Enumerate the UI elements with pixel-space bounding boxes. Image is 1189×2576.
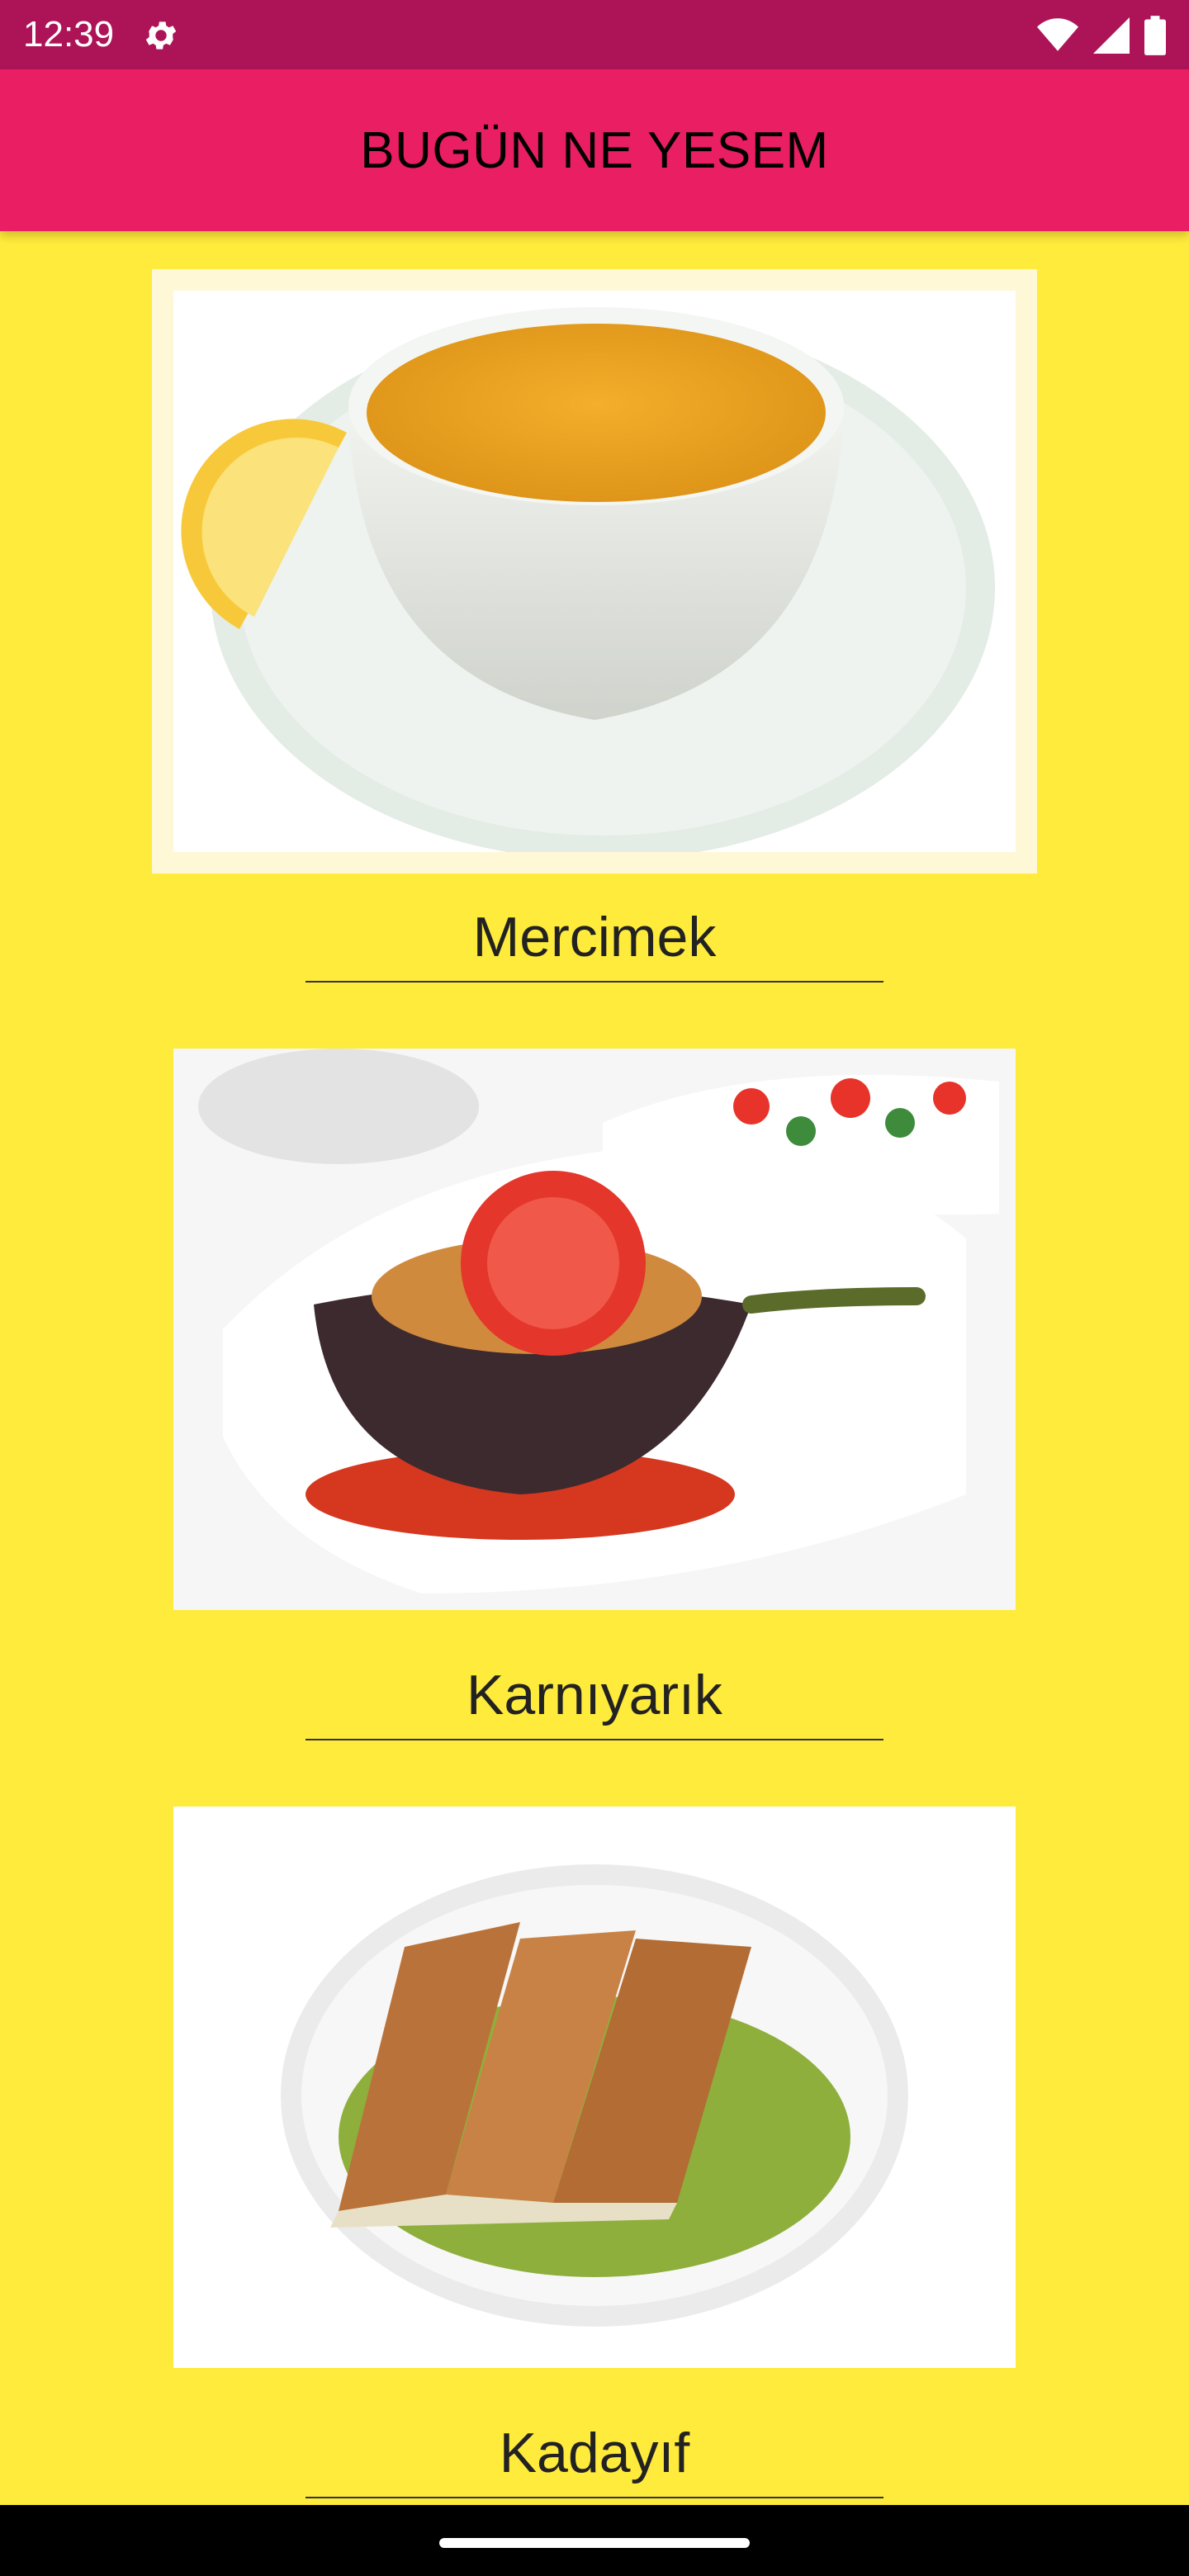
dish-underline xyxy=(306,2497,883,2498)
status-bar: 12:39 xyxy=(0,0,1189,69)
dish-name-kadayif: Kadayıf xyxy=(499,2422,690,2484)
wifi-icon xyxy=(1037,18,1078,51)
cellular-signal-icon xyxy=(1093,17,1130,54)
app-title: BUGÜN NE YESEM xyxy=(360,121,829,179)
dish-card-karniyarik[interactable] xyxy=(173,1049,1016,1610)
lentil-soup-image xyxy=(173,291,1016,852)
dish-name-karniyarik: Karnıyarık xyxy=(467,1664,722,1726)
stuffed-eggplant-image xyxy=(173,1049,1016,1610)
battery-icon xyxy=(1144,16,1166,55)
home-gesture-handle[interactable] xyxy=(439,2538,750,2548)
settings-icon xyxy=(145,21,177,50)
status-time: 12:39 xyxy=(23,14,115,54)
kadayif-dessert-image xyxy=(173,1807,1016,2368)
dish-card-mercimek[interactable] xyxy=(173,291,1016,852)
app-bar: BUGÜN NE YESEM xyxy=(0,69,1189,231)
dish-card-kadayif[interactable] xyxy=(173,1807,1016,2368)
dish-name-mercimek: Mercimek xyxy=(472,906,717,968)
dish-underline xyxy=(306,981,883,983)
dish-underline xyxy=(306,1739,883,1740)
